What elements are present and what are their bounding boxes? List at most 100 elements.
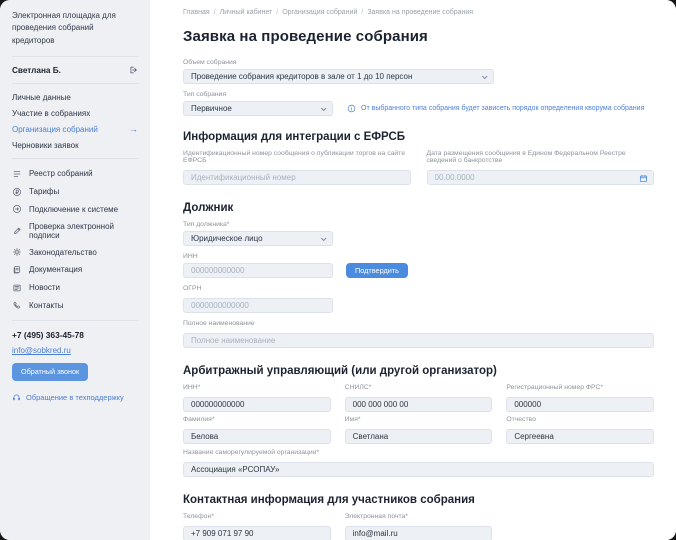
section-heading-debtor: Должник bbox=[183, 202, 654, 214]
sidebar-item-label: Проверка электронной подписи bbox=[29, 222, 138, 240]
sidebar-item-system-connection[interactable]: Подключение к системе bbox=[0, 200, 150, 218]
breadcrumb-personal-cabinet[interactable]: Личный кабинет bbox=[220, 9, 279, 16]
efrsb-message-id-input[interactable] bbox=[183, 170, 411, 185]
manager-first-name-input[interactable] bbox=[345, 429, 493, 444]
sidebar-item-tariffs[interactable]: Тарифы bbox=[0, 183, 150, 201]
manager-last-name-label: Фамилия* bbox=[183, 416, 331, 423]
sidebar-item-meeting-organization[interactable]: Организация собраний → bbox=[0, 121, 150, 137]
breadcrumb-home[interactable]: Главная bbox=[183, 9, 216, 16]
meeting-type-select[interactable]: Первичное bbox=[183, 101, 333, 116]
sidebar-item-news[interactable]: Новости bbox=[0, 279, 150, 297]
sidebar-item-meeting-participation[interactable]: Участие в собраниях bbox=[0, 105, 150, 121]
manager-middle-name-input[interactable] bbox=[506, 429, 654, 444]
app-window: Электронная площадка для проведения собр… bbox=[0, 0, 676, 540]
hint-text: От выбранного типа собрания будет зависе… bbox=[361, 105, 644, 112]
sidebar-item-label: Контакты bbox=[29, 301, 64, 310]
sidebar-item-label: Черновики заявок bbox=[12, 141, 79, 150]
main-content: Главная Личный кабинет Организация собра… bbox=[150, 0, 676, 540]
debtor-type-select[interactable]: Юридическое лицо bbox=[183, 231, 333, 246]
manager-frs-input[interactable] bbox=[506, 397, 654, 412]
manager-sro-input[interactable] bbox=[183, 462, 654, 477]
debtor-type-value: Юридическое лицо bbox=[191, 234, 263, 243]
debtor-inn-label: ИНН bbox=[183, 253, 654, 260]
breadcrumb-meeting-organization[interactable]: Организация собраний bbox=[282, 9, 363, 16]
arrow-right-icon: → bbox=[129, 125, 138, 134]
efrsb-message-id-label: Идентификационный номер сообщения о публ… bbox=[183, 150, 411, 164]
manager-sro-label: Название саморегулируемой организации* bbox=[183, 449, 654, 456]
headset-icon bbox=[12, 393, 21, 402]
news-icon bbox=[12, 283, 22, 293]
manager-first-name-label: Имя* bbox=[345, 416, 493, 423]
logout-icon[interactable] bbox=[128, 65, 138, 75]
breadcrumb-current: Заявка на проведение собрания bbox=[367, 9, 473, 16]
section-heading-manager: Арбитражный управляющий (или другой орга… bbox=[183, 365, 654, 377]
callback-button[interactable]: Обратный звонок bbox=[12, 363, 88, 381]
manager-frs-label: Регистрационный номер ФРС* bbox=[506, 384, 654, 391]
user-name: Светлана Б. bbox=[12, 66, 61, 75]
confirm-button[interactable]: Подтвердить bbox=[346, 263, 408, 278]
meeting-type-value: Первичное bbox=[191, 104, 232, 113]
manager-snils-input[interactable] bbox=[345, 397, 493, 412]
sidebar-item-documentation[interactable]: Документация bbox=[0, 261, 150, 279]
debtor-ogrn-label: ОГРН bbox=[183, 285, 654, 292]
meeting-type-hint: От выбранного типа собрания будет зависе… bbox=[347, 104, 644, 113]
debtor-full-name-input[interactable] bbox=[183, 333, 654, 348]
sidebar-item-contacts[interactable]: Контакты bbox=[0, 296, 150, 314]
sidebar-item-meeting-registry[interactable]: Реестр собраний bbox=[0, 165, 150, 183]
manager-inn-input[interactable] bbox=[183, 397, 331, 412]
connect-icon bbox=[12, 204, 22, 214]
sidebar-item-label: Организация собраний bbox=[12, 125, 98, 134]
section-heading-contact: Контактная информация для участников соб… bbox=[183, 494, 654, 506]
docs-icon bbox=[12, 265, 22, 275]
sidebar-item-label: Реестр собраний bbox=[29, 169, 93, 178]
sidebar-item-label: Законодательство bbox=[29, 248, 97, 257]
sidebar-item-signature-check[interactable]: Проверка электронной подписи bbox=[0, 218, 150, 244]
sidebar-item-label: Участие в собраниях bbox=[12, 109, 90, 118]
manager-snils-label: СНИЛС* bbox=[345, 384, 493, 391]
breadcrumb: Главная Личный кабинет Организация собра… bbox=[183, 9, 654, 16]
sidebar-item-legislation[interactable]: Законодательство bbox=[0, 244, 150, 262]
sidebar-item-label: Подключение к системе bbox=[29, 205, 118, 214]
chevron-down-icon bbox=[482, 73, 488, 79]
meeting-volume-select[interactable]: Проведение собрания кредиторов в зале от… bbox=[183, 69, 494, 84]
manager-inn-label: ИНН* bbox=[183, 384, 331, 391]
sidebar-item-personal-data[interactable]: Личные данные bbox=[0, 89, 150, 105]
debtor-type-label: Тип должника* bbox=[183, 221, 654, 228]
info-icon bbox=[347, 104, 356, 113]
calendar-icon[interactable] bbox=[639, 170, 648, 188]
sidebar-item-draft-applications[interactable]: Черновики заявок bbox=[0, 137, 150, 153]
debtor-full-name-label: Полное наименование bbox=[183, 320, 654, 327]
debtor-inn-input[interactable] bbox=[183, 263, 333, 278]
sidebar-item-label: Документация bbox=[29, 265, 82, 274]
sidebar-contacts: +7 (495) 363-45-78 info@sobkred.ru Обрат… bbox=[0, 321, 150, 411]
page-title: Заявка на проведение собрания bbox=[183, 28, 654, 45]
sidebar-nav: Личные данные Участие в собраниях Органи… bbox=[0, 84, 150, 158]
chevron-down-icon bbox=[321, 105, 327, 111]
manager-last-name-input[interactable] bbox=[183, 429, 331, 444]
user-row: Светлана Б. bbox=[0, 57, 150, 83]
type-label: Тип собрания bbox=[183, 91, 654, 98]
debtor-ogrn-input[interactable] bbox=[183, 298, 333, 313]
efrsb-date-label: Дата размещения сообщения в Едином Федер… bbox=[427, 150, 655, 164]
support-link-label: Обращение в техподдержку bbox=[26, 393, 124, 402]
meeting-volume-value: Проведение собрания кредиторов в зале от… bbox=[191, 72, 412, 81]
efrsb-date-input[interactable] bbox=[427, 170, 655, 185]
contact-phone-label: Телефон* bbox=[183, 513, 331, 520]
signature-icon bbox=[12, 226, 22, 236]
contact-email-input[interactable] bbox=[345, 526, 493, 540]
contact-phone-input[interactable] bbox=[183, 526, 331, 540]
sidebar-item-label: Личные данные bbox=[12, 93, 71, 102]
sidebar: Электронная площадка для проведения собр… bbox=[0, 0, 150, 540]
contact-email-link[interactable]: info@sobkred.ru bbox=[12, 346, 71, 355]
manager-middle-name-label: Отчество bbox=[506, 416, 654, 423]
section-heading-efrsb: Информация для интеграции с ЕФРСБ bbox=[183, 131, 654, 143]
sidebar-item-label: Новости bbox=[29, 283, 60, 292]
sidebar-icon-nav: Реестр собраний Тарифы Подключение к сис… bbox=[0, 159, 150, 320]
support-link[interactable]: Обращение в техподдержку bbox=[12, 393, 138, 402]
contact-phone: +7 (495) 363-45-78 bbox=[12, 330, 138, 340]
law-icon bbox=[12, 247, 22, 257]
brand-title: Электронная площадка для проведения собр… bbox=[0, 0, 150, 56]
tariffs-icon bbox=[12, 187, 22, 197]
sidebar-item-label: Тарифы bbox=[29, 187, 59, 196]
registry-icon bbox=[12, 169, 22, 179]
